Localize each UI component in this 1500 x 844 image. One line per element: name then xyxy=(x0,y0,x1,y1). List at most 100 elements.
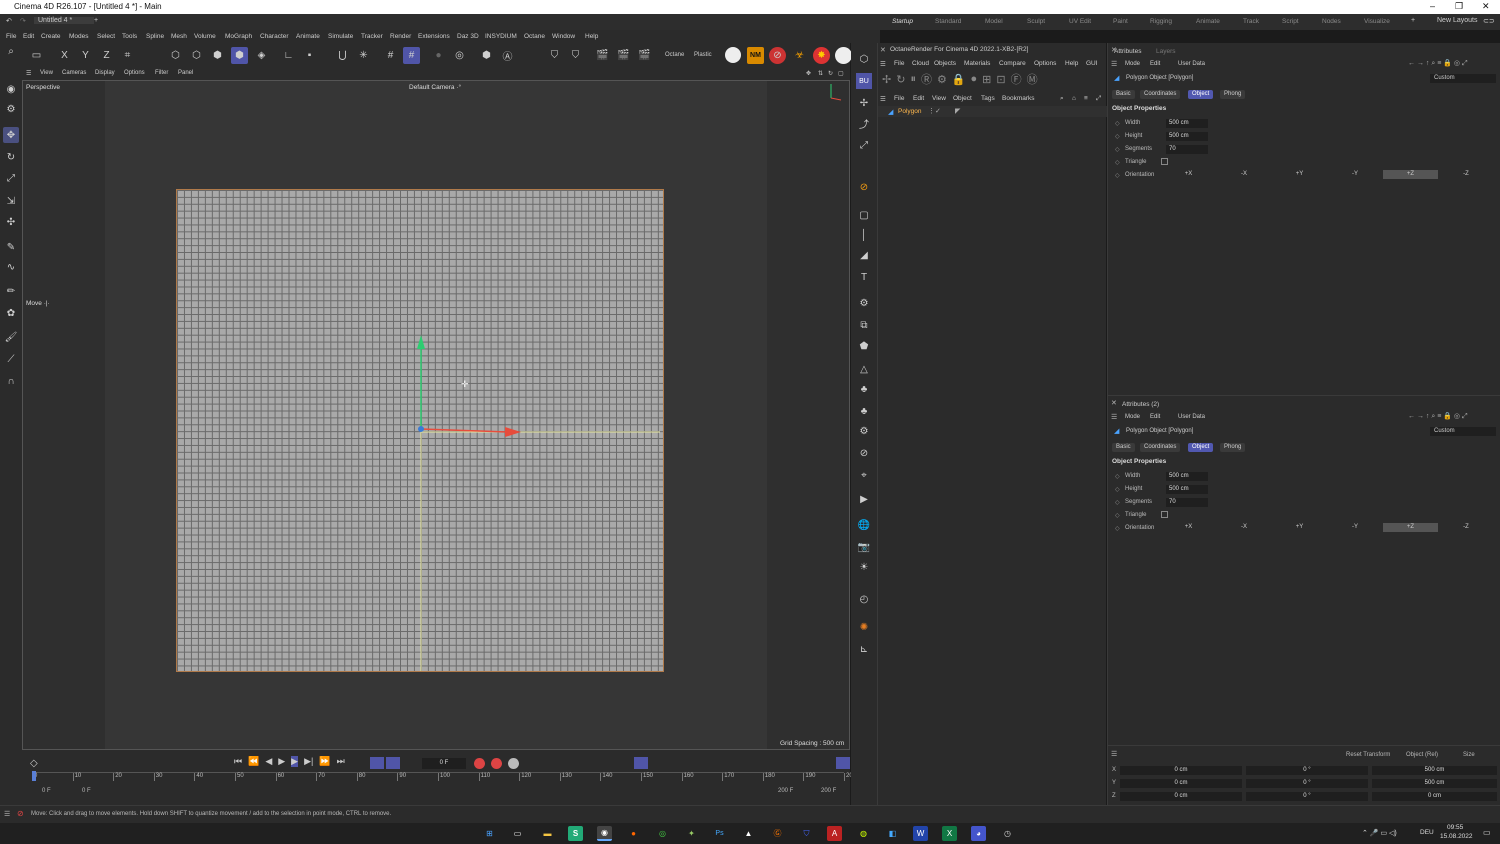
tag-icon[interactable]: ⌖ xyxy=(856,467,872,483)
menu-edit[interactable]: Edit xyxy=(23,33,34,40)
transfer-tool-icon[interactable]: ⇲ xyxy=(3,193,19,209)
layout-tab-script[interactable]: Script xyxy=(1282,18,1299,25)
uv-mode-icon[interactable]: ◈ xyxy=(253,47,270,64)
menu-extensions[interactable]: Extensions xyxy=(418,33,450,40)
prop-field-segments[interactable]: 70 xyxy=(1166,145,1208,154)
orientation-neg-x[interactable]: -X xyxy=(1217,170,1272,179)
menu-animate[interactable]: Animate xyxy=(296,33,320,40)
undo-icon[interactable]: ↶ xyxy=(6,17,12,25)
orientation-neg-z[interactable]: -Z xyxy=(1439,170,1494,179)
menu-daz-3d[interactable]: Daz 3D xyxy=(457,33,479,40)
material-ball-icon[interactable] xyxy=(725,47,741,63)
menu-render[interactable]: Render xyxy=(390,33,411,40)
axis-tool-icon[interactable]: ✣ xyxy=(3,214,19,230)
keyframe-dot-icon[interactable]: ◇ xyxy=(1115,159,1120,166)
language-indicator[interactable]: DEU xyxy=(1420,829,1434,836)
menu-mograph[interactable]: MoGraph xyxy=(225,33,252,40)
layout-tab-visualize[interactable]: Visualize xyxy=(1364,18,1390,25)
biohazard-icon[interactable]: ☣ xyxy=(791,47,808,64)
prop-field-height[interactable]: 500 cm xyxy=(1166,485,1208,494)
viewport[interactable]: Perspective Default Camera ·° Move ·|· G… xyxy=(22,80,850,750)
discord-icon[interactable]: ◕ xyxy=(971,826,986,841)
attr-menu-edit[interactable]: Edit xyxy=(1150,61,1160,67)
layout-tab-model[interactable]: Model xyxy=(985,18,1003,25)
loop-icon[interactable] xyxy=(370,757,384,769)
rotate-tool-icon[interactable]: ↻ xyxy=(3,149,19,165)
octane-settings-icon[interactable]: ⚙ xyxy=(937,73,947,86)
prev-key-icon[interactable]: ⏪ xyxy=(248,756,259,767)
environment-icon[interactable]: 🌐 xyxy=(856,517,872,533)
speed-icon[interactable]: ◴ xyxy=(856,591,872,607)
snap-settings-icon[interactable]: ✳ xyxy=(355,47,372,64)
keyframe-dot-icon[interactable]: ◇ xyxy=(1115,133,1120,140)
octane-menu-help[interactable]: Help xyxy=(1065,60,1078,67)
orientation-posneg-x[interactable]: +X xyxy=(1161,170,1216,179)
keyframe-settings-icon[interactable] xyxy=(508,758,519,769)
octane-lock-icon[interactable]: 🔒 xyxy=(952,73,966,86)
attributes-tab[interactable]: Attributes (2) xyxy=(1122,401,1159,408)
axis-y-toggle[interactable]: Y xyxy=(77,47,94,64)
tab-phong[interactable]: Phong xyxy=(1220,90,1246,99)
octane-add-icon[interactable]: ⊞ xyxy=(982,73,991,86)
excel-icon[interactable]: X xyxy=(942,826,957,841)
object-menu-edit[interactable]: Edit xyxy=(913,95,924,102)
minimize-button[interactable]: – xyxy=(1430,1,1435,11)
model-mode-icon[interactable]: ▭ xyxy=(28,47,45,64)
object-menu-object[interactable]: Object xyxy=(953,95,972,102)
chrome-icon[interactable]: ◎ xyxy=(655,826,670,841)
octane-menu-gui[interactable]: GUI xyxy=(1086,60,1098,67)
clapper-render-icon[interactable]: 🎬 xyxy=(615,47,632,64)
sketch-tool-icon[interactable]: ∿ xyxy=(3,259,19,275)
viewport-menu-view[interactable]: View xyxy=(40,70,53,76)
polygons-mode-icon[interactable]: ⬢ xyxy=(209,47,226,64)
axis-z-toggle[interactable]: Z xyxy=(98,47,115,64)
octane-pause-icon[interactable]: ⏸ xyxy=(910,73,916,86)
bu-icon[interactable]: BU xyxy=(856,73,872,89)
camera-icon[interactable]: 📷 xyxy=(856,539,872,555)
array-icon[interactable]: ⧉ xyxy=(856,317,872,333)
menu-octane[interactable]: Octane xyxy=(524,33,545,40)
plane-icon[interactable]: ◢ xyxy=(856,247,872,263)
octane-menu-file[interactable]: File xyxy=(894,60,904,67)
dim-icon[interactable]: ● xyxy=(430,47,447,64)
octane-send-icon[interactable]: ✢ xyxy=(882,73,891,86)
prop-field-segments[interactable]: 70 xyxy=(1166,498,1208,507)
tab-coordinates[interactable]: Coordinates xyxy=(1140,90,1181,99)
notification-icon[interactable]: ▭ xyxy=(1483,828,1491,837)
layout-tab-track[interactable]: Track xyxy=(1243,18,1259,25)
s-app-icon[interactable]: S xyxy=(568,826,583,841)
timeline-mode-icon[interactable] xyxy=(634,757,648,769)
field-icon[interactable]: ⊘ xyxy=(856,445,872,461)
viewport-menu-cameras[interactable]: Cameras xyxy=(62,70,86,76)
preset-select[interactable]: Custom xyxy=(1430,74,1496,83)
play-forward-icon[interactable]: ▶ xyxy=(291,756,299,767)
move-tool-icon[interactable]: ✥ xyxy=(3,127,19,143)
coord-mode-select[interactable]: Object (Rel) xyxy=(1406,752,1438,758)
orientation-neg-y[interactable]: -Y xyxy=(1328,523,1383,532)
grid-icon[interactable]: # xyxy=(382,47,399,64)
clock-app-icon[interactable]: ◷ xyxy=(1000,826,1015,841)
rotate-view-icon[interactable]: ↻ xyxy=(828,70,833,77)
start-icon[interactable]: ⊞ xyxy=(482,826,497,841)
viewport-menu-options[interactable]: Options xyxy=(124,70,145,76)
line-icon[interactable]: │ xyxy=(856,227,872,243)
range-end[interactable]: 200 F xyxy=(821,788,836,794)
menu-file[interactable]: File xyxy=(6,33,16,40)
menu-create[interactable]: Create xyxy=(41,33,61,40)
triangle-icon[interactable]: △ xyxy=(856,361,872,377)
menu-spline[interactable]: Spline xyxy=(146,33,164,40)
mograph-icon[interactable]: ♣ xyxy=(856,403,872,419)
hamburger-icon[interactable]: ☰ xyxy=(4,810,10,818)
acrobat-icon[interactable]: A xyxy=(827,826,842,841)
orientation-posneg-x[interactable]: +X xyxy=(1161,523,1216,532)
octane-restart-icon[interactable]: ↻ xyxy=(896,73,905,86)
autokey-icon[interactable] xyxy=(491,758,502,769)
explorer-icon[interactable]: ▬ xyxy=(540,826,555,841)
coord-rotation-z[interactable]: 0 ° xyxy=(1246,792,1368,801)
new-layouts-button[interactable]: New Layouts xyxy=(1437,17,1477,24)
rectangle-icon[interactable]: ▢ xyxy=(856,207,872,223)
photoshop-icon[interactable]: Ps xyxy=(712,826,727,841)
hamburger-icon[interactable]: ☰ xyxy=(880,95,886,103)
live-selection-icon[interactable]: ◉ xyxy=(3,81,19,97)
spline-pen-icon[interactable]: ⤴ xyxy=(856,115,872,131)
